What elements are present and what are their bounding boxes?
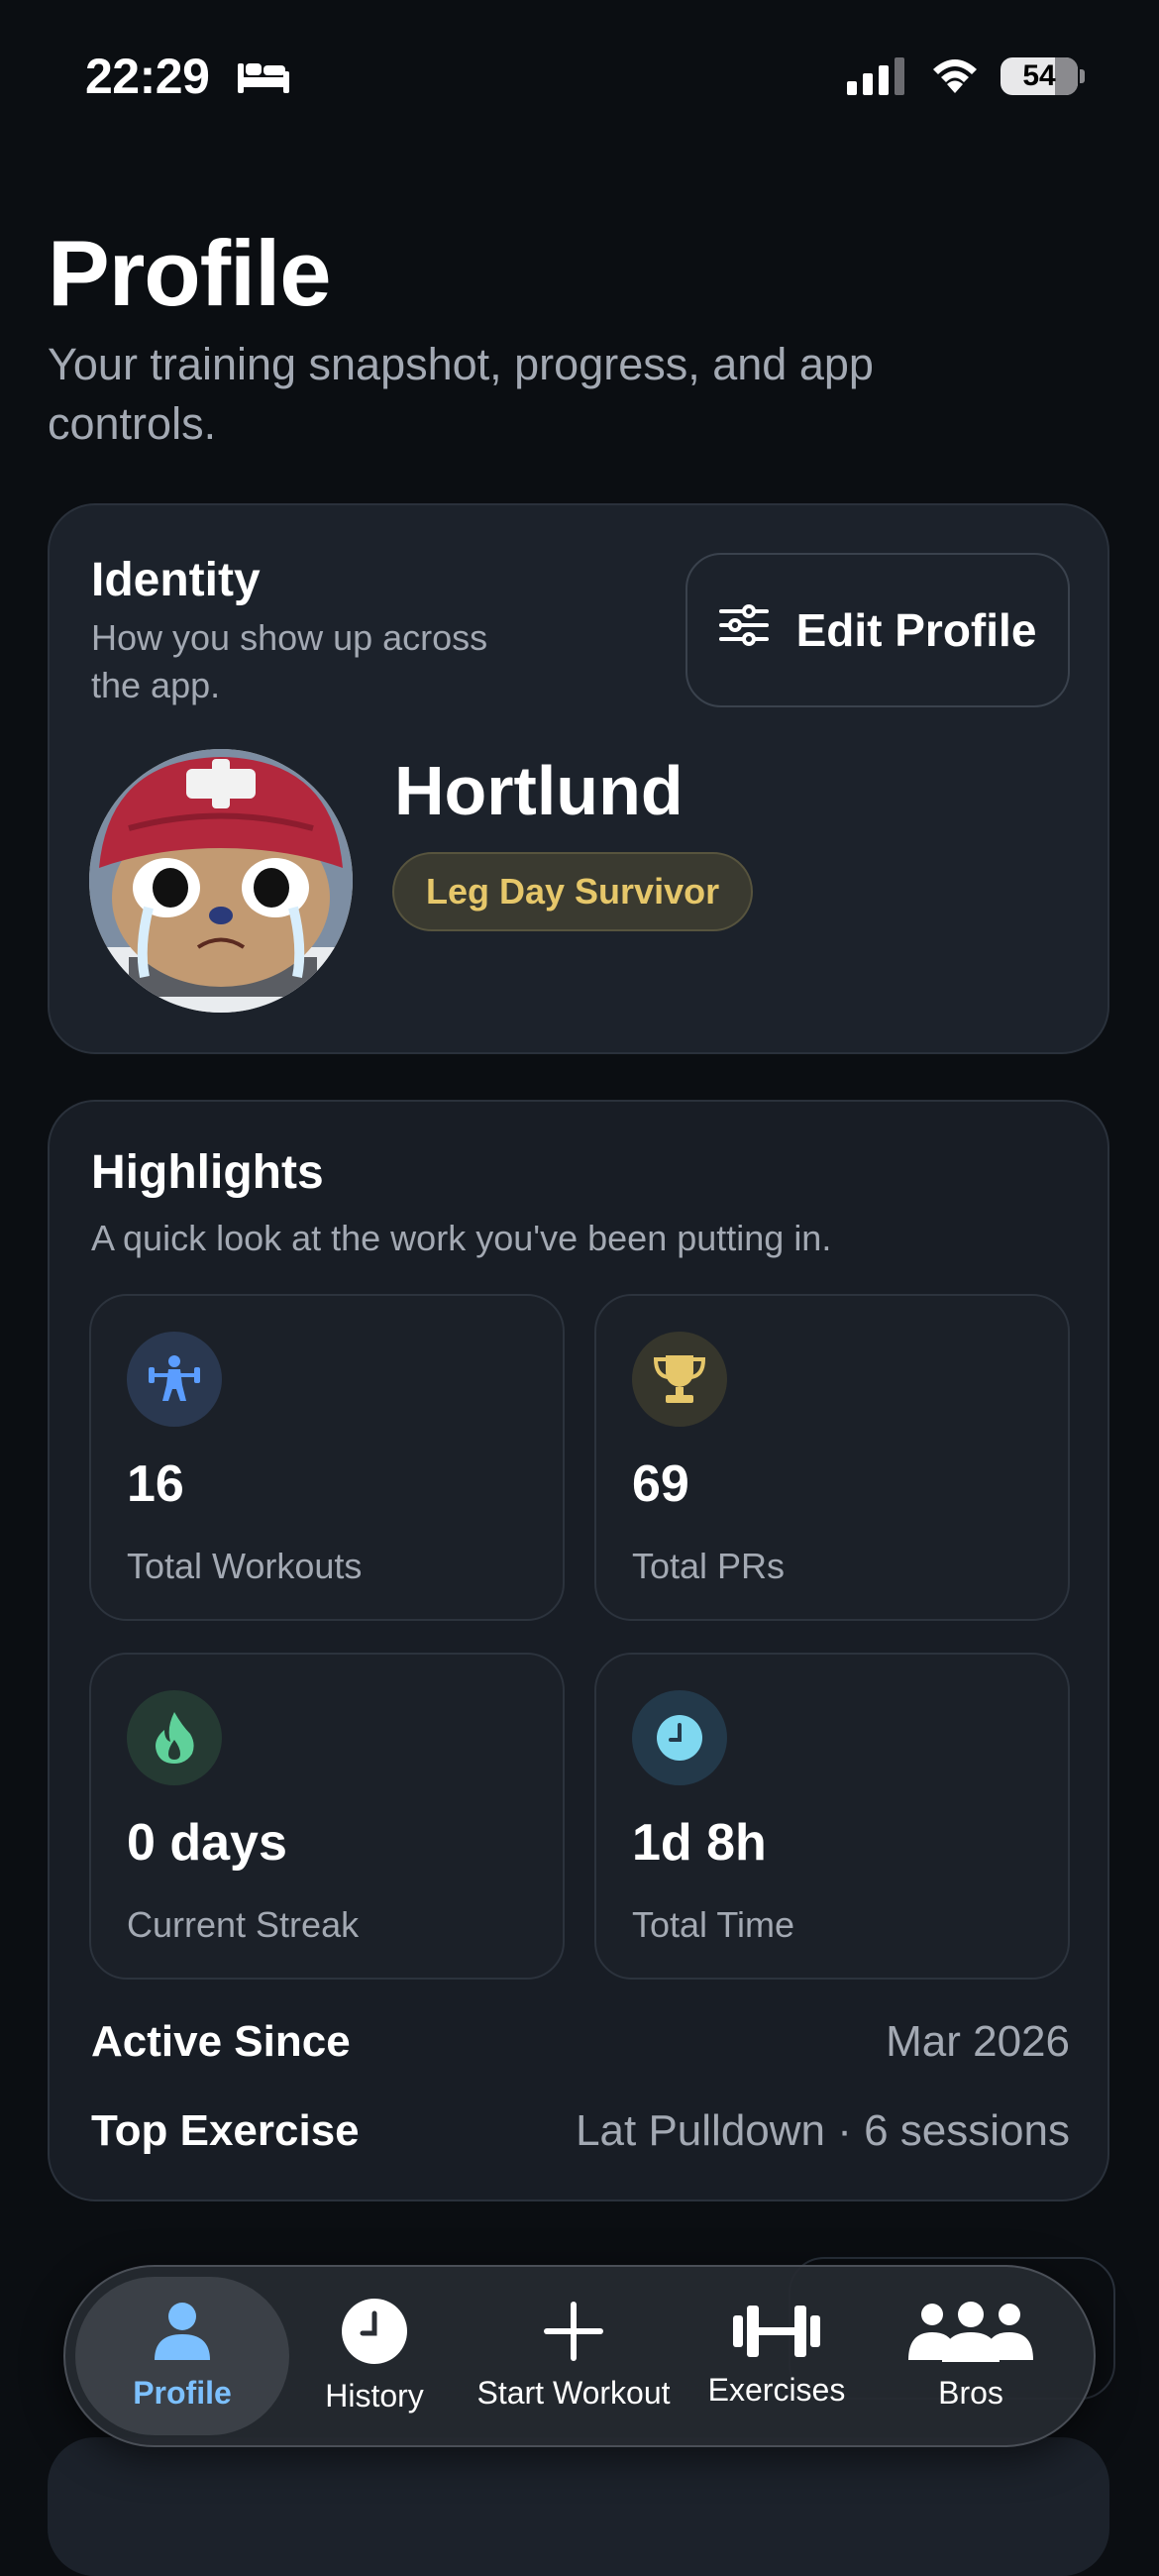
page-title: Profile (48, 221, 332, 325)
flame-icon (127, 1690, 222, 1785)
tab-exercises[interactable]: Exercises (689, 2267, 864, 2445)
tab-label: Start Workout (476, 2375, 671, 2411)
edit-profile-button[interactable]: Edit Profile (685, 553, 1070, 707)
battery-tip (1080, 69, 1085, 83)
tab-profile[interactable]: Profile (75, 2277, 289, 2435)
username: Hortlund (394, 752, 684, 829)
tab-start-workout[interactable]: Start Workout (458, 2267, 689, 2445)
title-badge: Leg Day Survivor (392, 852, 754, 931)
stat-label: Current Streak (127, 1904, 360, 1945)
stat-value: 1d 8h (632, 1814, 767, 1872)
clock-icon (341, 2298, 408, 2370)
dumbbell-icon (731, 2304, 822, 2364)
identity-title: Identity (91, 554, 261, 606)
top-exercise-label: Top Exercise (91, 2106, 360, 2155)
stat-label: Total PRs (632, 1546, 786, 1586)
stat-value: 0 days (127, 1814, 287, 1872)
sliders-icon (718, 603, 769, 658)
highlights-card: Highlights A quick look at the work you'… (48, 1100, 1109, 2201)
next-section-card (48, 2437, 1109, 2576)
status-time: 22:29 (85, 49, 210, 104)
trophy-icon (632, 1332, 727, 1427)
identity-description: How you show up across the app. (91, 617, 488, 705)
highlights-description: A quick look at the work you've been put… (91, 1218, 832, 1258)
stat-current-streak[interactable]: 0 days Current Streak (89, 1653, 565, 1980)
plus-icon (543, 2301, 604, 2367)
identity-card: Identity How you show up across the app.… (48, 503, 1109, 1054)
top-exercise-value: Lat Pulldown · 6 sessions (576, 2106, 1070, 2155)
active-since-value: Mar 2026 (886, 2017, 1070, 2066)
edit-profile-label: Edit Profile (795, 604, 1037, 656)
stat-label: Total Time (632, 1904, 795, 1945)
tab-bar: Profile History Start Workout Exercises … (63, 2265, 1096, 2447)
stat-label: Total Workouts (127, 1546, 363, 1586)
tab-bros[interactable]: Bros (864, 2267, 1078, 2445)
tab-history[interactable]: History (291, 2267, 458, 2445)
weightlifter-icon (127, 1332, 222, 1427)
tab-label: Profile (133, 2375, 232, 2411)
battery-indicator: 54 (1001, 57, 1078, 95)
highlights-title: Highlights (91, 1146, 324, 1199)
stat-value: 16 (127, 1455, 184, 1513)
stat-total-workouts[interactable]: 16 Total Workouts (89, 1294, 565, 1621)
tab-label: History (325, 2378, 424, 2414)
stat-total-prs[interactable]: 69 Total PRs (594, 1294, 1070, 1621)
active-since-row: Active Since Mar 2026 (91, 2017, 1070, 2067)
tab-label: Bros (938, 2375, 1003, 2411)
wifi-icon (929, 55, 981, 100)
stat-total-time[interactable]: 1d 8h Total Time (594, 1653, 1070, 1980)
tab-label: Exercises (707, 2372, 846, 2408)
page-subtitle: Your training snapshot, progress, and ap… (48, 339, 874, 449)
clock-icon (632, 1690, 727, 1785)
active-since-label: Active Since (91, 2017, 351, 2066)
avatar[interactable] (89, 749, 353, 1013)
person-icon (153, 2301, 212, 2367)
stat-value: 69 (632, 1455, 689, 1513)
sleep-focus-icon (238, 57, 289, 100)
group-icon (906, 2301, 1035, 2367)
cellular-signal-icon (847, 57, 906, 100)
top-exercise-row: Top Exercise Lat Pulldown · 6 sessions (91, 2106, 1070, 2156)
